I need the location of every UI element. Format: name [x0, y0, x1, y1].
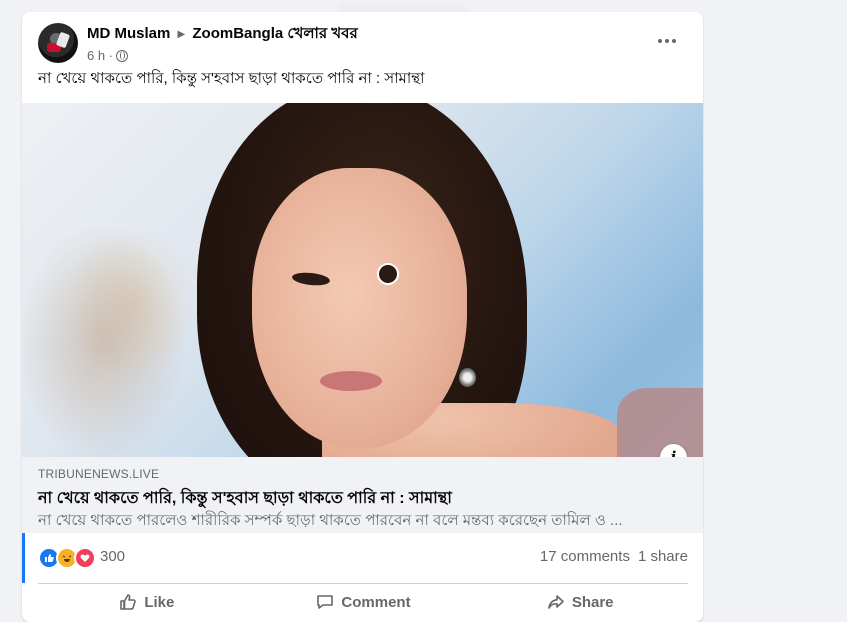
- image-face: [252, 168, 467, 448]
- image-earring: [459, 368, 476, 387]
- arrow-right-icon: ▶: [177, 29, 186, 40]
- link-title[interactable]: না খেয়ে থাকতে পারি, কিন্তু স'হবাস ছাড়া…: [38, 485, 452, 512]
- action-bar: Like Comment Share: [38, 583, 688, 620]
- like-label: Like: [144, 593, 175, 611]
- link-description: না খেয়ে থাকতে পারলেও শারীরিক সম্পর্ক ছা…: [38, 512, 623, 529]
- avatar-white-shape: [55, 31, 71, 49]
- link-preview[interactable]: TRIBUNENEWS.LIVE না খেয়ে থাকতে পারি, কি…: [22, 457, 703, 533]
- post-names: MD Muslam ▶ ZoomBangla খেলার খবর: [87, 24, 358, 45]
- post-text: না খেয়ে থাকতে পারি, কিন্তু স'হবাস ছাড়া…: [38, 70, 425, 87]
- comments-count[interactable]: 17 comments: [540, 548, 630, 565]
- post-header: MD Muslam ▶ ZoomBangla খেলার খবর 6 h ·: [38, 23, 358, 65]
- group-name[interactable]: ZoomBangla খেলার খবর: [192, 25, 357, 42]
- link-preview-image[interactable]: i: [22, 103, 703, 457]
- reaction-icons[interactable]: [38, 547, 96, 569]
- image-lips: [320, 371, 382, 391]
- post-time-row: 6 h ·: [87, 48, 358, 63]
- shares-count[interactable]: 1 share: [638, 548, 688, 565]
- dot-icon: [665, 39, 669, 43]
- post-card: MD Muslam ▶ ZoomBangla খেলার খবর 6 h · ন…: [22, 12, 703, 622]
- dot-icon: [658, 39, 662, 43]
- comment-icon: [317, 595, 334, 609]
- author-name[interactable]: MD Muslam: [87, 25, 170, 42]
- share-icon: [548, 595, 564, 609]
- thumbs-up-icon: [120, 594, 137, 610]
- more-options-button[interactable]: [649, 29, 685, 53]
- post-time[interactable]: 6 h ·: [87, 48, 113, 63]
- post-meta: MD Muslam ▶ ZoomBangla খেলার খবর 6 h ·: [87, 23, 358, 65]
- image-dress: [617, 388, 703, 457]
- dot-icon: [672, 39, 676, 43]
- link-domain: TRIBUNENEWS.LIVE: [38, 467, 160, 481]
- engagement-counts: 17 comments 1 share: [540, 548, 688, 565]
- love-reaction-icon: [74, 547, 96, 569]
- post-stats: 300 17 comments 1 share: [38, 544, 688, 569]
- avatar[interactable]: [38, 23, 78, 63]
- share-label: Share: [571, 593, 614, 611]
- globe-icon: [116, 49, 129, 62]
- reaction-count[interactable]: 300: [100, 548, 125, 565]
- focus-accent-bar: [22, 533, 25, 583]
- comment-label: Comment: [341, 593, 411, 611]
